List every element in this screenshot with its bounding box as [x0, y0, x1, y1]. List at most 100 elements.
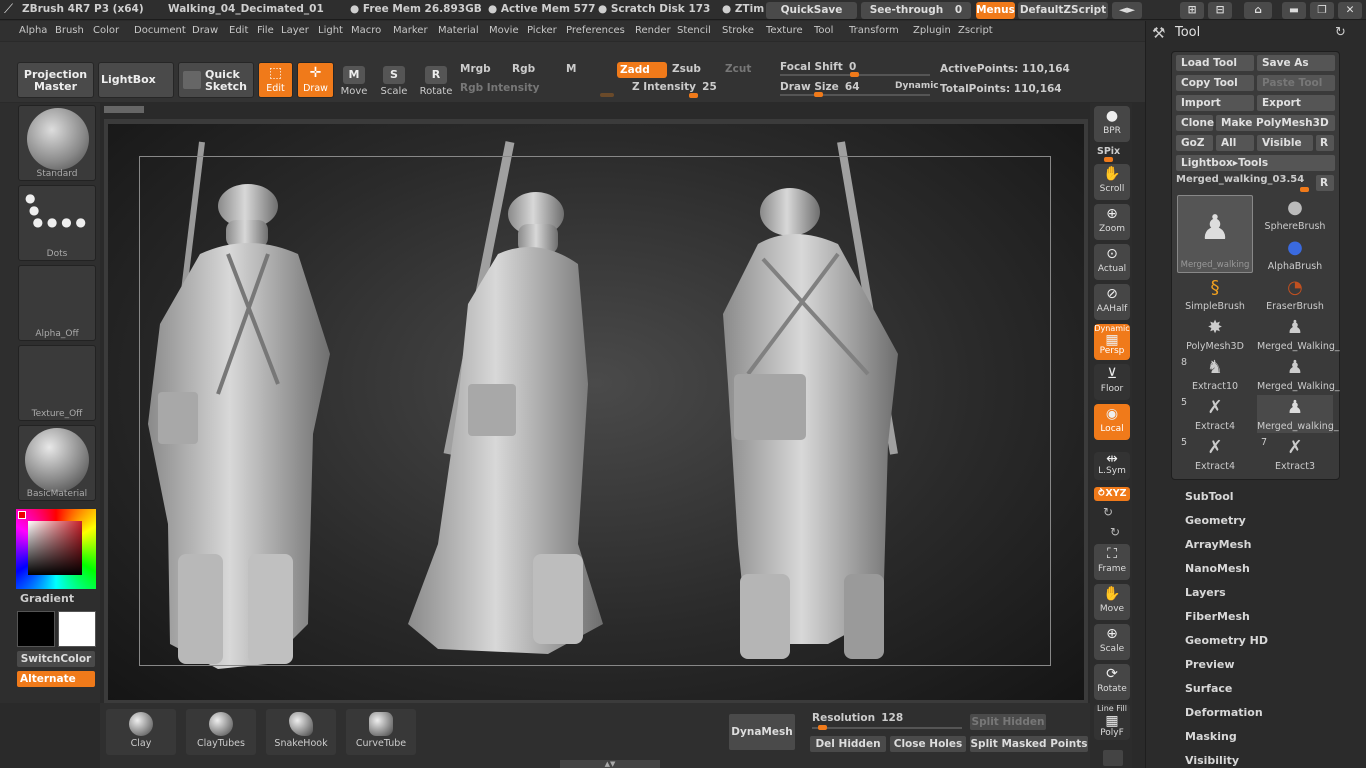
surface-section[interactable]: Surface — [1185, 682, 1232, 695]
menus-button[interactable]: Menus — [976, 2, 1015, 19]
visibility-section[interactable]: Visibility — [1185, 754, 1239, 767]
layout-left-icon[interactable]: ⊞ — [1180, 2, 1204, 19]
menu-brush[interactable]: Brush — [55, 25, 84, 36]
persp-button[interactable]: Dynamic ▦ Persp — [1094, 324, 1130, 360]
menu-preferences[interactable]: Preferences — [566, 25, 625, 36]
mrgb-button[interactable]: Mrgb — [460, 63, 491, 75]
aahalf-button[interactable]: ⊘ AAHalf — [1094, 284, 1130, 320]
move-view-button[interactable]: ✋ Move — [1094, 584, 1130, 620]
tool-thumb-spherebrush[interactable]: ● SphereBrush — [1257, 195, 1333, 233]
secondary-color-swatch[interactable] — [58, 611, 96, 647]
tool-thumb-extract4[interactable]: 5 ✗ Extract4 — [1177, 395, 1253, 433]
default-zscript-button[interactable]: DefaultZScript — [1018, 2, 1108, 19]
lsym-button[interactable]: ⇹ L.Sym — [1094, 452, 1130, 480]
nanomesh-section[interactable]: NanoMesh — [1185, 562, 1250, 575]
move-mode-button[interactable]: M Move — [337, 66, 371, 97]
color-picker[interactable] — [16, 509, 96, 589]
zadd-button[interactable]: Zadd — [617, 62, 667, 78]
preview-section[interactable]: Preview — [1185, 658, 1235, 671]
menu-material[interactable]: Material — [438, 25, 479, 36]
focal-shift-slider[interactable]: Focal Shift 0 — [780, 61, 930, 77]
claytubes-brush-button[interactable]: ClayTubes — [186, 709, 256, 755]
arraymesh-section[interactable]: ArrayMesh — [1185, 538, 1251, 551]
rotate-y-icon[interactable]: ↻ — [1103, 505, 1113, 519]
import-button[interactable]: Import — [1176, 95, 1254, 111]
tool-thumb-eraserbrush[interactable]: ◔ EraserBrush — [1257, 275, 1333, 313]
menu-document[interactable]: Document — [134, 25, 186, 36]
make-polymesh-button[interactable]: Make PolyMesh3D — [1216, 115, 1335, 131]
local-button[interactable]: ◉ Local — [1094, 404, 1130, 440]
menu-render[interactable]: Render — [635, 25, 671, 36]
zoom-button[interactable]: ⊕ Zoom — [1094, 204, 1130, 240]
menu-draw[interactable]: Draw — [192, 25, 218, 36]
clay-brush-button[interactable]: Clay — [106, 709, 176, 755]
split-masked-points-button[interactable]: Split Masked Points — [970, 736, 1088, 752]
tool-thumb-extract10[interactable]: 8 ♞ Extract10 — [1177, 355, 1253, 393]
see-through-slider[interactable]: See-through 0 — [861, 2, 971, 19]
tool-thumb-alphabrush[interactable]: ● AlphaBrush — [1257, 235, 1333, 273]
rotate-z-icon[interactable]: ↻ — [1110, 525, 1120, 539]
masking-section[interactable]: Masking — [1185, 730, 1237, 743]
del-hidden-button[interactable]: Del Hidden — [810, 736, 886, 752]
curvetube-brush-button[interactable]: CurveTube — [346, 709, 416, 755]
maximize-icon[interactable]: ❐ — [1310, 2, 1334, 19]
lightbox-tools-button[interactable]: Lightbox▸Tools — [1176, 155, 1335, 171]
menu-stroke[interactable]: Stroke — [722, 25, 754, 36]
rotate-mode-button[interactable]: R Rotate — [419, 66, 453, 97]
menu-marker[interactable]: Marker — [393, 25, 428, 36]
menu-file[interactable]: File — [257, 25, 274, 36]
export-button[interactable]: Export — [1257, 95, 1335, 111]
dynamesh-button[interactable]: DynaMesh — [729, 714, 795, 750]
geometry-hd-section[interactable]: Geometry HD — [1185, 634, 1268, 647]
rgb-button[interactable]: Rgb — [512, 63, 535, 75]
goz-r-button[interactable]: R — [1316, 135, 1334, 151]
copy-tool-button[interactable]: Copy Tool — [1176, 75, 1254, 91]
dots-stroke-thumb[interactable]: ● ● ● ● ● ● Dots — [18, 185, 96, 261]
transp-icon[interactable] — [1103, 750, 1123, 766]
standard-brush-thumb[interactable]: Standard — [18, 105, 96, 181]
xyz-button[interactable]: ⥁XYZ — [1094, 487, 1130, 501]
scale-view-button[interactable]: ⊕ Scale — [1094, 624, 1130, 660]
floor-button[interactable]: ⊻ Floor — [1094, 364, 1130, 400]
tool-thumb-merged-walking-3[interactable]: ♟ Merged_Walking_ — [1257, 355, 1340, 393]
scroll-button[interactable]: ✋ Scroll — [1094, 164, 1130, 200]
canvas-scroll-handle[interactable] — [104, 106, 144, 113]
z-intensity-slider[interactable]: Z Intensity 25 — [632, 81, 772, 98]
layout-arrows-icon[interactable]: ◄► — [1112, 2, 1142, 19]
close-holes-button[interactable]: Close Holes — [890, 736, 966, 752]
quicksave-button[interactable]: QuickSave — [766, 2, 857, 19]
polyf-button[interactable]: Line Fill ▦ PolyF — [1094, 704, 1130, 740]
menu-picker[interactable]: Picker — [527, 25, 557, 36]
tool-thumb-simplebrush[interactable]: § SimpleBrush — [1177, 275, 1253, 313]
snakehook-brush-button[interactable]: SnakeHook — [266, 709, 336, 755]
tool-thumb-merged-walking-2[interactable]: ♟ Merged_Walking_ — [1257, 315, 1340, 353]
menu-alpha[interactable]: Alpha — [19, 25, 47, 36]
panel-refresh-icon[interactable]: ↻ — [1335, 25, 1346, 40]
goz-visible-button[interactable]: Visible — [1257, 135, 1313, 151]
goz-button[interactable]: GoZ — [1176, 135, 1213, 151]
deformation-section[interactable]: Deformation — [1185, 706, 1263, 719]
color-square[interactable] — [28, 521, 82, 575]
actual-button[interactable]: ⊙ Actual — [1094, 244, 1130, 280]
switch-color-button[interactable]: SwitchColor — [17, 651, 95, 667]
tool-thumb-merged-walking[interactable]: ♟ Merged_walking — [1177, 195, 1253, 273]
menu-transform[interactable]: Transform — [849, 25, 899, 36]
spix-slider[interactable]: SPix — [1097, 146, 1120, 157]
menu-edit[interactable]: Edit — [229, 25, 248, 36]
material-thumb[interactable]: BasicMaterial — [18, 425, 96, 501]
menu-zscript[interactable]: Zscript — [958, 25, 993, 36]
main-color-swatch[interactable] — [17, 611, 55, 647]
alpha-thumb[interactable]: Alpha_Off — [18, 265, 96, 341]
close-icon[interactable]: ✕ — [1338, 2, 1362, 19]
menu-stencil[interactable]: Stencil — [677, 25, 711, 36]
rgb-intensity-slider[interactable]: Rgb Intensity — [460, 82, 539, 94]
goz-all-button[interactable]: All — [1216, 135, 1254, 151]
geometry-section[interactable]: Geometry — [1185, 514, 1246, 527]
menu-macro[interactable]: Macro — [351, 25, 381, 36]
menu-color[interactable]: Color — [93, 25, 119, 36]
fibermesh-section[interactable]: FiberMesh — [1185, 610, 1250, 623]
menu-light[interactable]: Light — [318, 25, 343, 36]
layers-section[interactable]: Layers — [1185, 586, 1226, 599]
zsub-button[interactable]: Zsub — [672, 63, 701, 75]
tool-thumb-merged-walking-4[interactable]: ♟ Merged_walking_ — [1257, 395, 1339, 433]
